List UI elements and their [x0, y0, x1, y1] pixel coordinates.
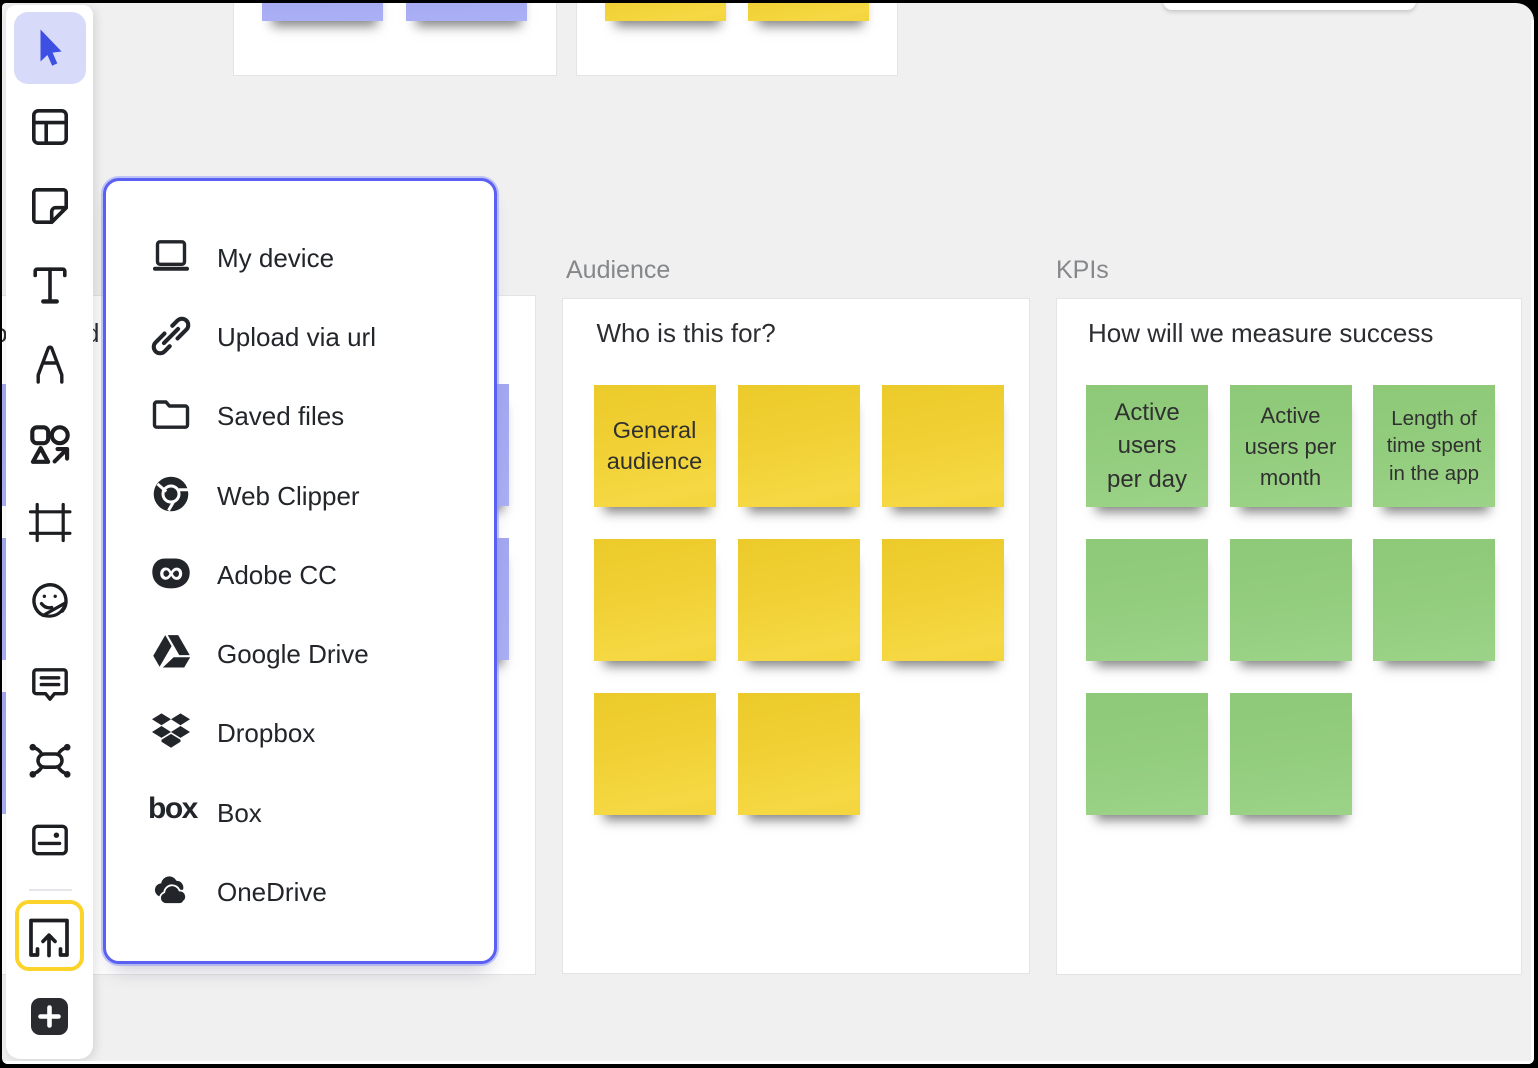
svg-text:∞: ∞ [159, 553, 183, 591]
